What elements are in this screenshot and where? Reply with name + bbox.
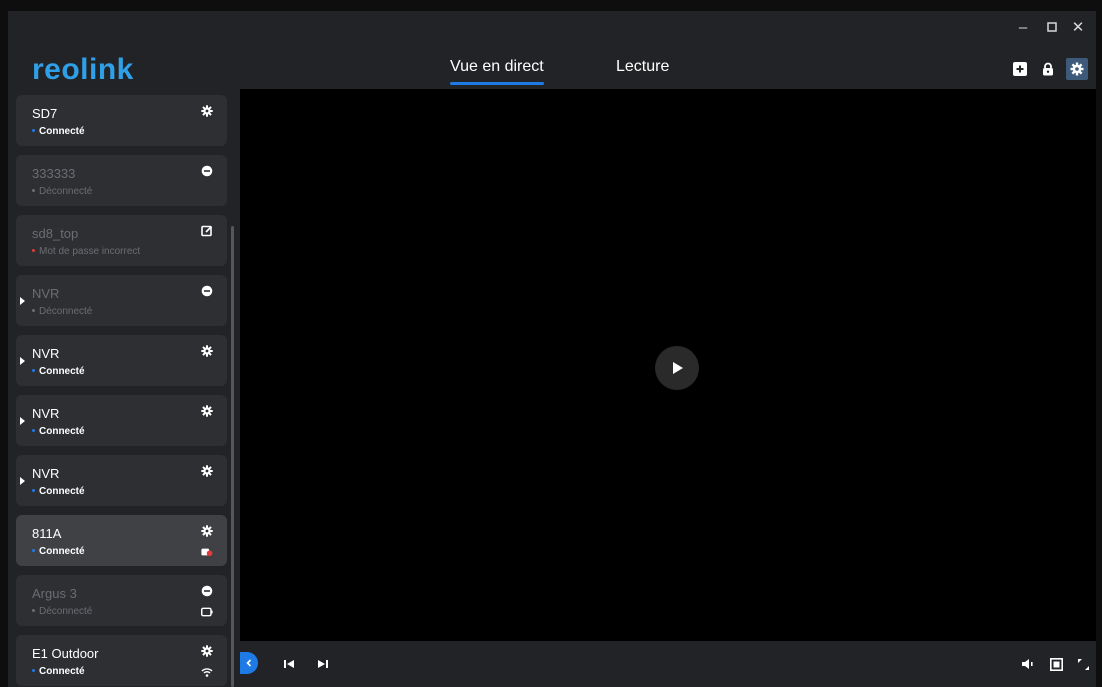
play-icon [673,362,683,374]
status-dot [32,368,35,372]
gear-icon[interactable] [201,465,213,477]
device-card[interactable]: Argus 3 Déconnecté [16,575,227,626]
device-name: SD7 [32,106,58,121]
battery-alert-icon [201,546,213,558]
minus-circle-icon[interactable] [201,285,213,297]
live-view-area[interactable] [240,89,1096,641]
tab-playback[interactable]: Lecture [616,58,669,76]
gear-icon[interactable] [201,345,213,357]
reolink-logo: reolink [32,53,134,86]
minus-circle-icon[interactable] [201,585,213,597]
status-text: Connecté [39,426,85,437]
device-name: NVR [32,346,60,361]
status-dot [32,668,35,672]
device-card[interactable]: NVR Connecté [16,455,227,506]
gear-icon[interactable] [201,105,213,117]
expand-caret-icon[interactable] [20,477,25,485]
device-name: NVR [32,286,60,301]
status-dot [32,608,35,612]
device-status: Mot de passe incorrect [32,246,140,257]
device-name: NVR [32,466,60,481]
status-text: Connecté [39,486,85,497]
expand-caret-icon[interactable] [20,297,25,305]
skip-previous-button[interactable] [282,657,296,671]
gear-icon[interactable] [201,405,213,417]
device-status: Connecté [32,366,85,377]
battery-icon [201,606,213,618]
status-text: Déconnecté [39,606,93,617]
device-status: Connecté [32,666,85,677]
status-dot [32,548,35,552]
device-card[interactable]: NVR Connecté [16,395,227,446]
device-name: Argus 3 [32,586,77,601]
skip-previous-icon [284,660,294,668]
device-card[interactable]: 811A Connecté [16,515,227,566]
volume-icon [1022,659,1033,669]
device-card[interactable]: 333333 Déconnecté [16,155,227,206]
device-name: NVR [32,406,60,421]
device-status: Connecté [32,426,85,437]
status-text: Déconnecté [39,186,93,197]
device-card[interactable]: NVR Déconnecté [16,275,227,326]
tab-live-view[interactable]: Vue en direct [450,58,544,85]
minus-circle-icon[interactable] [201,165,213,177]
header: reolink Vue en direct Lecture [8,45,1096,89]
status-dot [32,248,35,252]
edit-icon[interactable] [201,225,213,237]
device-status: Connecté [32,126,85,137]
status-text: Connecté [39,126,85,137]
gear-icon[interactable] [201,645,213,657]
status-dot [32,308,35,312]
device-name: E1 Outdoor [32,646,99,661]
status-text: Connecté [39,666,85,677]
maximize-icon [1047,22,1057,32]
status-text: Connecté [39,366,85,377]
fullscreen-button[interactable] [1076,657,1090,671]
device-card[interactable]: E1 Outdoor Connecté [16,635,227,686]
device-name: 811A [32,526,62,541]
device-status: Déconnecté [32,306,92,317]
status-text: Connecté [39,546,85,557]
status-dot [32,128,35,132]
sidebar-scrollbar[interactable] [231,226,234,687]
volume-button[interactable] [1021,657,1035,671]
expand-caret-icon[interactable] [20,357,25,365]
expand-caret-icon[interactable] [20,417,25,425]
device-status: Connecté [32,546,85,557]
device-card[interactable]: SD7 Connecté [16,95,227,146]
reolink-client-window: – ✕ reolink Vue en direct Lecture SD7 Con… [8,11,1096,687]
settings-icon[interactable] [1066,58,1088,80]
play-button[interactable] [655,346,699,390]
screen-layout-icon [1049,657,1063,671]
chevron-left-icon [246,659,252,667]
collapse-sidebar-button[interactable] [240,652,258,674]
wifi-icon [201,666,213,678]
lock-icon[interactable] [1040,61,1056,77]
fullscreen-icon [1077,658,1089,670]
title-bar: – ✕ [8,11,1096,45]
status-text: Mot de passe incorrect [39,246,141,257]
device-status: Connecté [32,486,85,497]
device-card[interactable]: sd8_top Mot de passe incorrect [16,215,227,266]
device-list-sidebar: SD7 Connecté 333333 Déconnecté sd8_top Mot de… [8,89,240,687]
device-name: sd8_top [32,226,79,241]
status-dot [32,188,35,192]
close-button[interactable]: ✕ [1069,19,1087,37]
device-status: Déconnecté [32,606,92,617]
skip-next-icon [318,660,328,668]
device-card[interactable]: NVR Connecté [16,335,227,386]
add-device-icon[interactable] [1012,61,1028,77]
status-dot [32,428,35,432]
status-text: Déconnecté [39,306,93,317]
device-name: 333333 [32,166,76,181]
screen-layout-button[interactable] [1049,657,1063,671]
player-control-bar [240,641,1096,687]
maximize-button[interactable] [1043,19,1061,37]
gear-icon[interactable] [201,525,213,537]
status-dot [32,488,35,492]
device-status: Déconnecté [32,186,92,197]
skip-next-button[interactable] [316,657,330,671]
minimize-button[interactable]: – [1014,19,1032,37]
